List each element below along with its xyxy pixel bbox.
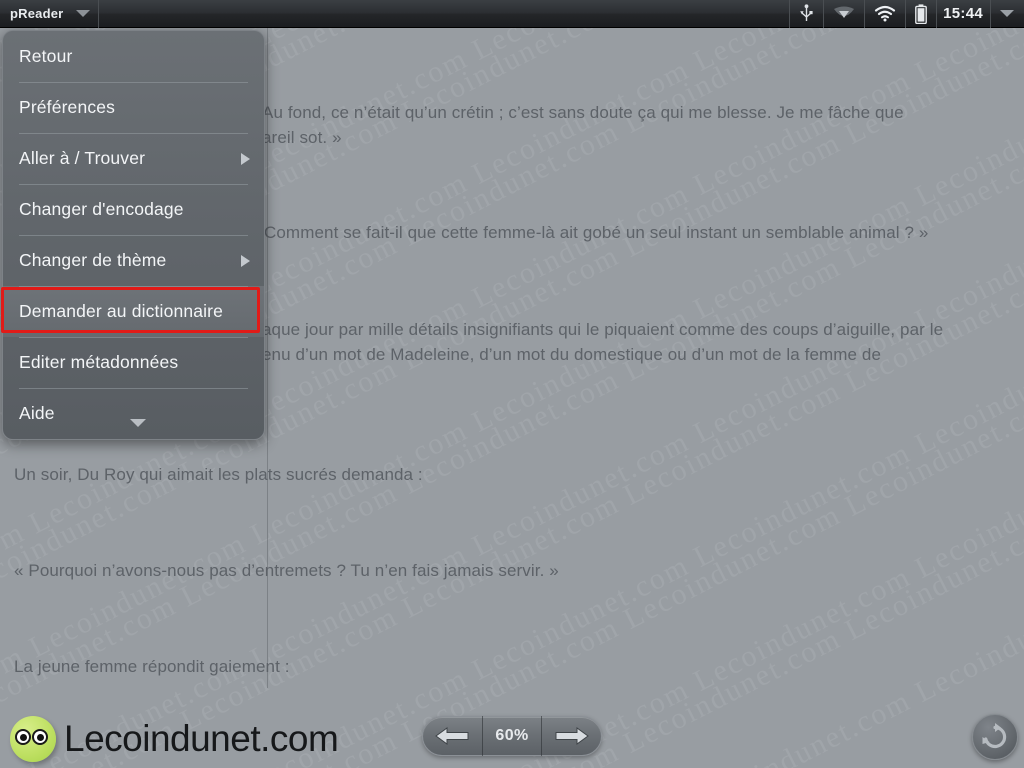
- rotate-screen-button[interactable]: [972, 714, 1018, 760]
- page-text-line: Un soir, Du Roy qui aimait les plats suc…: [14, 465, 423, 484]
- usb-icon: [800, 4, 813, 21]
- caret-down-icon[interactable]: [130, 419, 146, 427]
- logo-eye-right: [32, 729, 48, 745]
- zoom-control[interactable]: 60%: [422, 716, 602, 756]
- menu-item-aide[interactable]: Aide: [3, 388, 264, 439]
- preader-screen: Lecoindunet.com Lecoindunet.com Lecoindu…: [0, 0, 1024, 768]
- menu-item-aller-a-trouver[interactable]: Aller à / Trouver: [3, 133, 264, 184]
- menu-item-label: Changer de thème: [19, 250, 167, 270]
- download-status-cell[interactable]: [823, 0, 864, 28]
- status-bar-spacer: [99, 0, 789, 28]
- battery-status-cell[interactable]: [905, 0, 936, 28]
- menu-item-changer-theme[interactable]: Changer de thème: [3, 235, 264, 286]
- logo-eye-left: [15, 729, 31, 745]
- usb-status-cell[interactable]: [789, 0, 823, 28]
- chevron-down-icon: [76, 10, 91, 17]
- chevron-right-icon: [241, 254, 250, 267]
- status-bar: pReader 15:44: [0, 0, 1024, 28]
- page-text-line: enu d’un mot de Madeleine, d’un mot du d…: [262, 345, 882, 364]
- chevron-down-icon: [1000, 10, 1014, 17]
- brand-label: Lecoindunet.com: [64, 718, 339, 759]
- clock-cell: 15:44: [936, 0, 990, 28]
- zoom-prev-page-button[interactable]: [423, 716, 482, 756]
- menu-item-label: Aide: [19, 403, 55, 423]
- arrow-left-icon: [435, 727, 469, 745]
- page-text-line: Au fond, ce n’était qu’un crétin ; c’est…: [262, 103, 904, 122]
- menu-item-label: Préférences: [19, 97, 116, 117]
- menu-item-retour[interactable]: Retour: [3, 31, 264, 82]
- page-text-line: « Pourquoi n’avons-nous pas d’entremets …: [14, 561, 559, 580]
- green-face-logo-icon: [10, 716, 56, 762]
- rotate-refresh-icon: [982, 723, 1007, 749]
- page-text-line: areil sot. »: [262, 128, 342, 147]
- menu-item-label: Demander au dictionnaire: [19, 301, 223, 321]
- clock-label: 15:44: [943, 5, 983, 22]
- app-title: pReader: [10, 6, 64, 21]
- app-dropdown-menu[interactable]: Retour Préférences Aller à / Trouver Cha…: [2, 30, 265, 440]
- menu-item-demander-au-dictionnaire[interactable]: Demander au dictionnaire: [3, 286, 264, 337]
- app-menu-button[interactable]: pReader: [0, 0, 100, 28]
- menu-item-editer-metadonnees[interactable]: Editer métadonnées: [3, 337, 264, 388]
- page-text-line: La jeune femme répondit gaiement :: [14, 657, 290, 676]
- page-text-line: aque jour par mille détails insignifiant…: [262, 320, 944, 339]
- zoom-level-label: 60%: [495, 727, 529, 744]
- battery-icon: [915, 3, 928, 24]
- zoom-level-display[interactable]: 60%: [481, 716, 543, 756]
- menu-item-label: Editer métadonnées: [19, 352, 179, 372]
- zoom-next-page-button[interactable]: [542, 716, 601, 756]
- notification-expand-cell[interactable]: [990, 0, 1024, 28]
- menu-item-preferences[interactable]: Préférences: [3, 82, 264, 133]
- menu-item-label: Aller à / Trouver: [19, 148, 146, 168]
- brand-watermark: Lecoindunet.com: [10, 716, 339, 762]
- menu-item-label: Changer d'encodage: [19, 199, 184, 219]
- wifi-status-cell[interactable]: [864, 0, 905, 28]
- menu-item-label: Retour: [19, 46, 73, 66]
- wifi-icon: [875, 5, 896, 22]
- download-arrow-icon: [834, 6, 855, 18]
- menu-item-changer-encodage[interactable]: Changer d'encodage: [3, 184, 264, 235]
- chevron-right-icon: [241, 152, 250, 165]
- page-text-line: Comment se fait-il que cette femme-là ai…: [264, 223, 929, 242]
- arrow-right-icon: [555, 727, 589, 745]
